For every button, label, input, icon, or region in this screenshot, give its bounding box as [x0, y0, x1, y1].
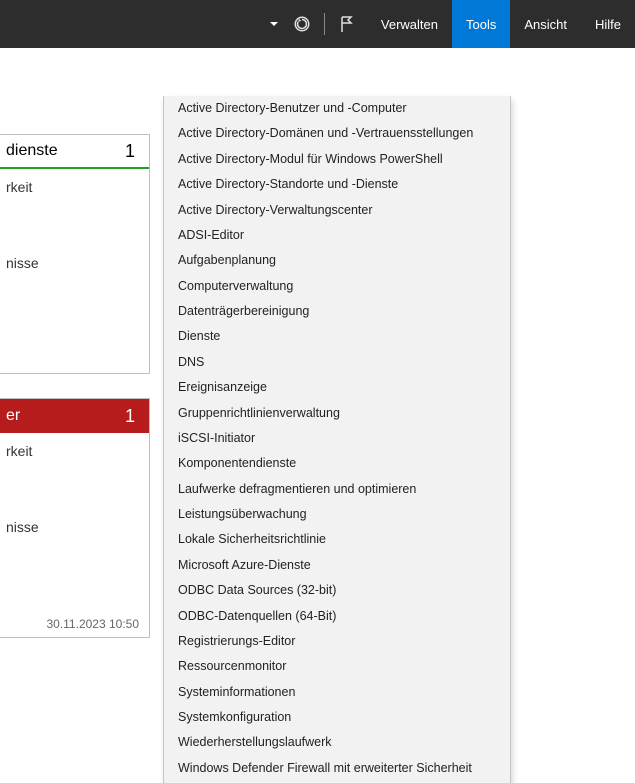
tools-menu-item[interactable]: Registrierungs-Editor — [164, 629, 510, 654]
tools-menu-item[interactable]: Dienste — [164, 324, 510, 349]
tile-title: er — [0, 407, 20, 425]
tools-menu-item[interactable]: Active Directory-Benutzer und -Computer — [164, 96, 510, 121]
tools-menu-item[interactable]: Active Directory-Modul für Windows Power… — [164, 147, 510, 172]
tile-error: er 1 rkeit nisse 30.11.2023 10:50 — [0, 398, 150, 638]
tools-menu-item[interactable]: Systemkonfiguration — [164, 705, 510, 730]
tile-count: 1 — [125, 141, 139, 162]
timestamp: 30.11.2023 10:50 — [46, 617, 139, 631]
tools-menu-item[interactable]: iSCSI-Initiator — [164, 426, 510, 451]
tools-menu-item[interactable]: Active Directory-Standorte und -Dienste — [164, 172, 510, 197]
tile-head: dienste 1 — [0, 135, 149, 169]
tools-menu-item[interactable]: Leistungsüberwachung — [164, 502, 510, 527]
tools-menu-item[interactable]: Ereignisanzeige — [164, 375, 510, 400]
tools-menu-item[interactable]: Gruppenrichtlinienverwaltung — [164, 401, 510, 426]
tile-count: 1 — [125, 406, 139, 427]
menu-tools[interactable]: Tools — [452, 0, 510, 48]
tools-menu-item[interactable]: ODBC Data Sources (32-bit) — [164, 578, 510, 603]
titlebar-icons — [262, 12, 367, 36]
tools-menu-item[interactable]: DNS — [164, 350, 510, 375]
tile-row[interactable]: nisse — [0, 251, 149, 275]
tile-head: er 1 — [0, 399, 149, 433]
tools-menu-item[interactable]: ODBC-Datenquellen (64-Bit) — [164, 604, 510, 629]
tile-title: dienste — [0, 142, 58, 160]
tools-menu-item[interactable]: ADSI-Editor — [164, 223, 510, 248]
separator — [324, 13, 325, 35]
titlebar: Verwalten Tools Ansicht Hilfe — [0, 0, 635, 48]
refresh-icon[interactable] — [290, 12, 314, 36]
tools-menu-item[interactable]: Laufwerke defragmentieren und optimieren — [164, 477, 510, 502]
chevron-down-icon[interactable] — [262, 12, 286, 36]
tools-menu-item[interactable]: Active Directory-Verwaltungscenter — [164, 198, 510, 223]
content-area: dienste 1 rkeit nisse er 1 rkeit nisse 3… — [0, 48, 635, 783]
tools-dropdown: Active Directory-Benutzer und -ComputerA… — [163, 96, 511, 783]
menu-verwalten[interactable]: Verwalten — [367, 0, 452, 48]
flag-icon[interactable] — [335, 12, 359, 36]
tools-menu-item[interactable]: Microsoft Azure-Dienste — [164, 553, 510, 578]
tile-body: rkeit nisse — [0, 433, 149, 539]
tools-menu-item[interactable]: Komponentendienste — [164, 451, 510, 476]
menu-hilfe[interactable]: Hilfe — [581, 0, 635, 48]
tools-menu-item[interactable]: Computerverwaltung — [164, 274, 510, 299]
tools-menu-item[interactable]: Aufgabenplanung — [164, 248, 510, 273]
tools-menu-item[interactable]: Ressourcenmonitor — [164, 654, 510, 679]
tile-row[interactable]: rkeit — [0, 439, 149, 463]
tools-menu-item[interactable]: Windows Defender Firewall mit erweiterte… — [164, 756, 510, 781]
tools-menu-item[interactable]: Datenträgerbereinigung — [164, 299, 510, 324]
tile-row[interactable]: nisse — [0, 515, 149, 539]
tools-menu-item[interactable]: Lokale Sicherheitsrichtlinie — [164, 527, 510, 552]
tools-menu-item[interactable]: Active Directory-Domänen und -Vertrauens… — [164, 121, 510, 146]
tile-row[interactable]: rkeit — [0, 175, 149, 199]
tools-menu-item[interactable]: Wiederherstellungslaufwerk — [164, 730, 510, 755]
menu-ansicht[interactable]: Ansicht — [510, 0, 581, 48]
tile-dienste: dienste 1 rkeit nisse — [0, 134, 150, 374]
tile-body: rkeit nisse — [0, 169, 149, 275]
tools-menu-item[interactable]: Systeminformationen — [164, 680, 510, 705]
menubar: Verwalten Tools Ansicht Hilfe — [367, 0, 635, 48]
